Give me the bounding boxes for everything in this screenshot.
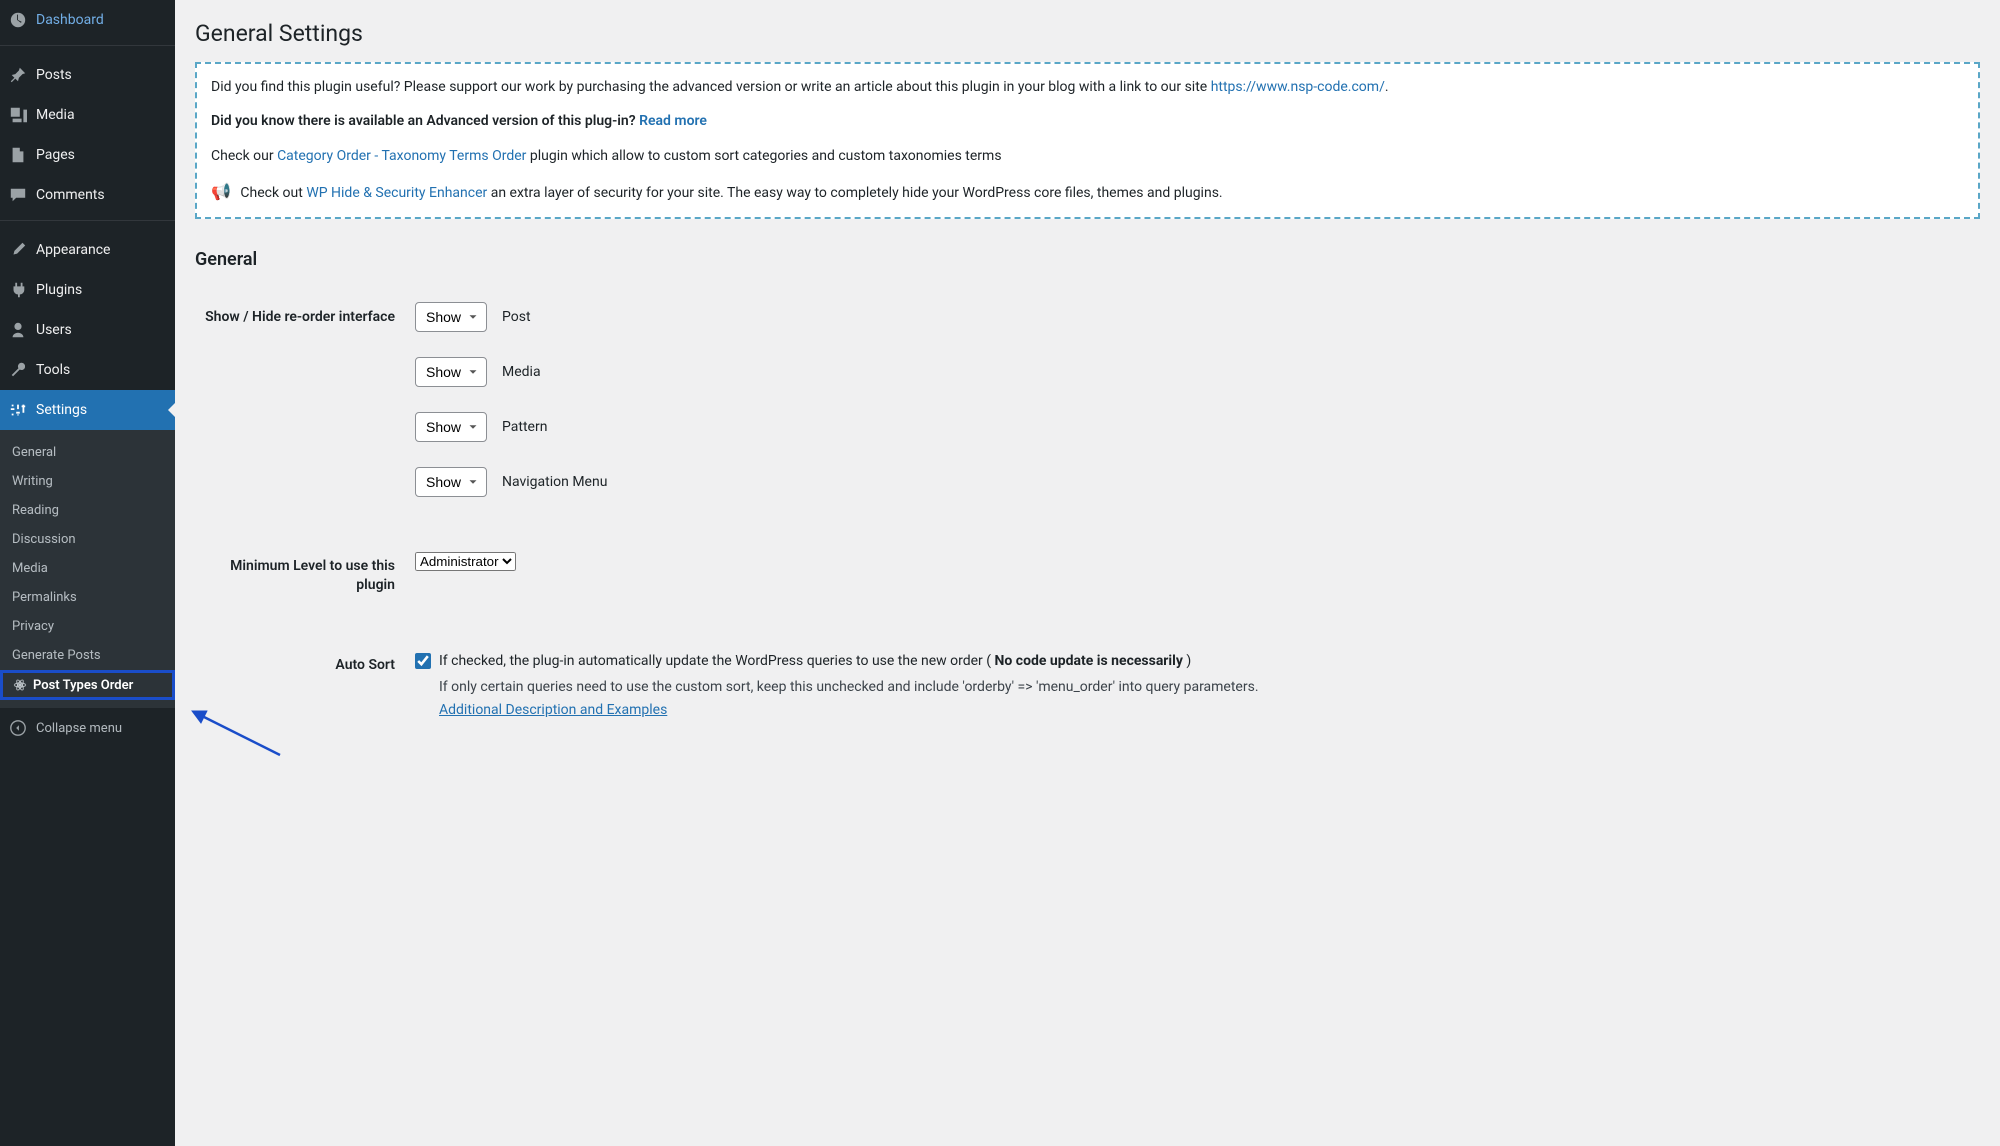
subitem-general[interactable]: General [0,438,175,467]
page-title: General Settings [195,20,1980,47]
pin-icon [8,65,28,85]
sidebar-item-tools[interactable]: Tools [0,350,175,390]
sidebar-label: Plugins [36,282,82,298]
field-media: Show Media [415,357,1980,387]
wphide-link[interactable]: WP Hide & Security Enhancer [306,185,487,201]
section-heading: General [195,249,1980,270]
auto-sort-label: Auto Sort [195,650,415,676]
sidebar-separator [0,45,175,50]
select-min-level[interactable]: Administrator [415,552,516,571]
dashboard-icon [8,10,28,30]
atom-icon [12,677,28,693]
auto-sort-description: If checked, the plug-in automatically up… [439,650,1259,721]
settings-submenu: General Writing Reading Discussion Media… [0,430,175,708]
sidebar-item-users[interactable]: Users [0,310,175,350]
subitem-reading[interactable]: Reading [0,496,175,525]
sidebar-item-media[interactable]: Media [0,95,175,135]
sidebar-label: Posts [36,67,72,83]
sliders-icon [8,400,28,420]
category-text: Check our Category Order - Taxonomy Term… [211,145,1964,167]
megaphone-icon: 📢 [211,179,231,205]
show-hide-fields: Show Post Show Media Show Pattern Show N… [415,302,1980,497]
main-content: General Settings Did you find this plugi… [175,0,2000,1146]
comment-icon [8,185,28,205]
field-navmenu: Show Navigation Menu [415,467,1980,497]
select-navmenu[interactable]: Show [415,467,487,497]
field-pattern: Show Pattern [415,412,1980,442]
select-media[interactable]: Show [415,357,487,387]
auto-sort-checkbox[interactable] [415,653,431,669]
collapse-icon [8,718,28,738]
sidebar-separator [0,220,175,225]
select-pattern[interactable]: Show [415,412,487,442]
min-level-field: Administrator [415,551,1980,571]
sidebar-item-pages[interactable]: Pages [0,135,175,175]
user-icon [8,320,28,340]
media-icon [8,105,28,125]
field-text-post: Post [502,309,531,325]
sidebar-label: Comments [36,187,105,203]
subitem-privacy[interactable]: Privacy [0,612,175,641]
field-text-navmenu: Navigation Menu [502,474,607,490]
field-text-media: Media [502,364,541,380]
show-hide-row: Show / Hide re-order interface Show Post… [195,290,1980,509]
plugin-notice: Did you find this plugin useful? Please … [195,62,1980,219]
subitem-post-types-order[interactable]: Post Types Order [0,670,175,700]
advanced-text: Did you know there is available an Advan… [211,110,1964,132]
page-icon [8,145,28,165]
settings-form: Show / Hide re-order interface Show Post… [195,290,1980,733]
collapse-label: Collapse menu [36,721,122,736]
sidebar-item-plugins[interactable]: Plugins [0,270,175,310]
field-post: Show Post [415,302,1980,332]
sidebar-item-settings[interactable]: Settings [0,390,175,430]
sidebar-label: Settings [36,402,87,418]
category-order-link[interactable]: Category Order - Taxonomy Terms Order [277,148,526,164]
admin-sidebar: Dashboard Posts Media Pages [0,0,175,1146]
min-level-row: Minimum Level to use this plugin Adminis… [195,539,1980,608]
auto-sort-row: Auto Sort If checked, the plug-in automa… [195,638,1980,733]
sidebar-item-comments[interactable]: Comments [0,175,175,215]
subitem-writing[interactable]: Writing [0,467,175,496]
min-level-label: Minimum Level to use this plugin [195,551,415,596]
sidebar-label: Pages [36,147,75,163]
brush-icon [8,240,28,260]
sidebar-label: Dashboard [36,12,104,28]
sidebar-label: Appearance [36,242,110,258]
sidebar-label: Media [36,107,75,123]
auto-sort-field: If checked, the plug-in automatically up… [415,650,1980,721]
support-text: Did you find this plugin useful? Please … [211,76,1964,98]
select-post[interactable]: Show [415,302,487,332]
auto-sort-checkbox-row: If checked, the plug-in automatically up… [415,650,1980,721]
subitem-discussion[interactable]: Discussion [0,525,175,554]
subitem-media[interactable]: Media [0,554,175,583]
support-link[interactable]: https://www.nsp-code.com/ [1211,79,1385,95]
sidebar-item-dashboard[interactable]: Dashboard [0,0,175,40]
wrench-icon [8,360,28,380]
additional-desc-link[interactable]: Additional Description and Examples [439,702,667,718]
show-hide-label: Show / Hide re-order interface [195,302,415,328]
subitem-generate-posts[interactable]: Generate Posts [0,641,175,670]
read-more-link[interactable]: Read more [639,113,707,129]
wphide-text: 📢 Check out WP Hide & Security Enhancer … [211,179,1964,205]
field-text-pattern: Pattern [502,419,547,435]
sidebar-item-appearance[interactable]: Appearance [0,230,175,270]
sidebar-item-posts[interactable]: Posts [0,55,175,95]
subitem-permalinks[interactable]: Permalinks [0,583,175,612]
plug-icon [8,280,28,300]
sidebar-label: Users [36,322,72,338]
subitem-label: Post Types Order [33,678,133,693]
sidebar-label: Tools [36,362,70,378]
collapse-menu-button[interactable]: Collapse menu [0,708,175,748]
